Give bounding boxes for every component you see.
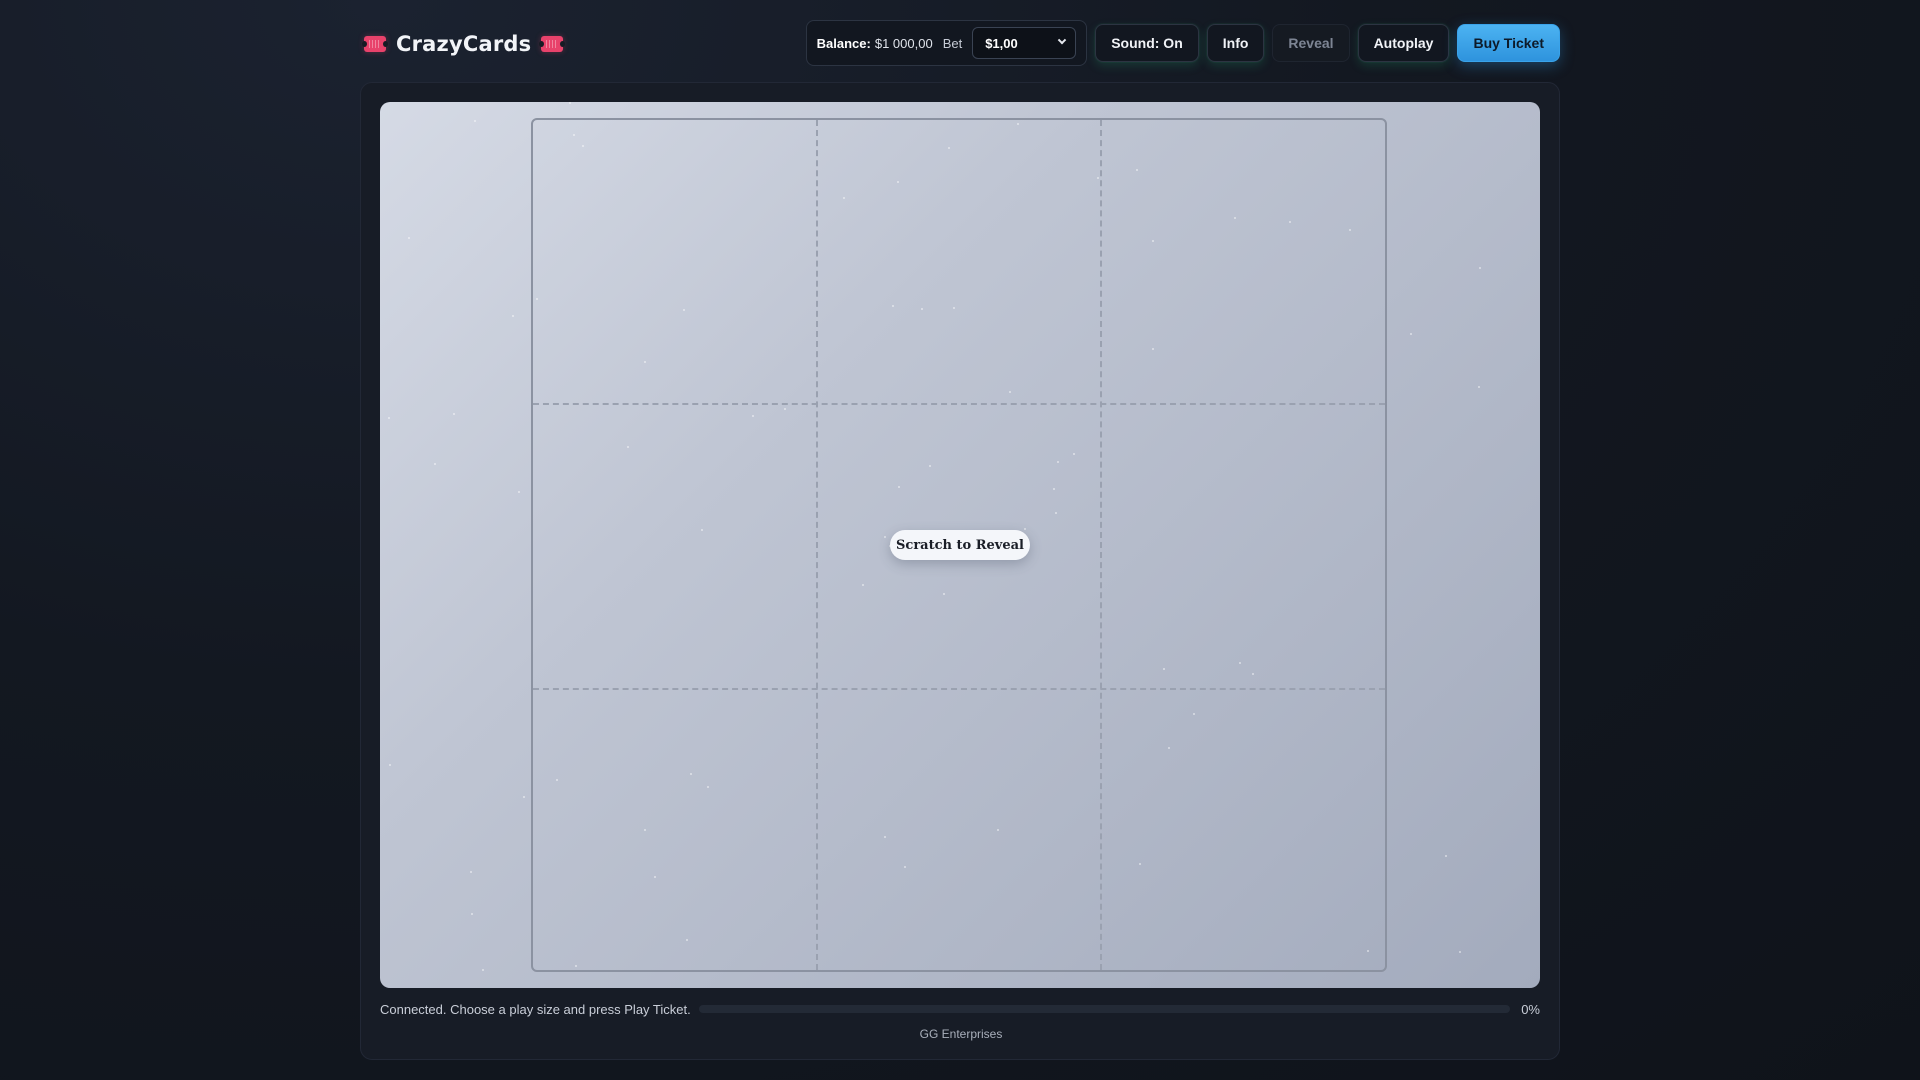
- info-button[interactable]: Info: [1206, 24, 1265, 62]
- surface-speck: [523, 796, 525, 798]
- surface-speck: [388, 417, 390, 419]
- app-title: CrazyCards: [396, 32, 532, 56]
- game-panel: Scratch to Reveal Connected. Choose a pl…: [360, 82, 1560, 1060]
- bet-label: Bet: [942, 35, 963, 51]
- surface-speck: [1445, 855, 1447, 857]
- grid-divider: [816, 120, 818, 970]
- surface-speck: [1410, 333, 1412, 335]
- balance-value: $1 000,00: [874, 35, 933, 51]
- surface-speck: [389, 764, 391, 766]
- balance-box: Balance: $1 000,00 Bet $1,00: [805, 20, 1088, 66]
- ticket-icon: [362, 36, 388, 52]
- surface-speck: [482, 969, 484, 971]
- surface-speck: [434, 463, 436, 465]
- reveal-button[interactable]: Reveal: [1272, 24, 1350, 62]
- surface-speck: [474, 120, 476, 122]
- surface-speck: [569, 102, 571, 104]
- surface-speck: [512, 315, 514, 317]
- brand: CrazyCards: [362, 26, 566, 62]
- grid-divider: [1100, 120, 1102, 970]
- surface-speck: [471, 913, 473, 915]
- surface-speck: [470, 871, 472, 873]
- surface-speck: [453, 413, 455, 415]
- scratch-to-reveal-label: Scratch to Reveal: [890, 530, 1030, 560]
- sound-button[interactable]: Sound: On: [1095, 24, 1199, 62]
- grid-divider: [533, 403, 1385, 405]
- balance-label: Balance:: [816, 35, 871, 51]
- app: CrazyCards Balance: $1 000,00 Bet $1,00 …: [360, 0, 1560, 1080]
- surface-speck: [518, 491, 520, 493]
- surface-speck: [408, 237, 410, 239]
- footer-text: GG Enterprises: [919, 1027, 1003, 1041]
- status-message: Connected. Choose a play size and press …: [380, 1001, 691, 1017]
- scratch-card[interactable]: Scratch to Reveal: [380, 102, 1540, 988]
- surface-speck: [1478, 386, 1480, 388]
- progress-bar: [698, 1005, 1510, 1013]
- bet-select[interactable]: $1,00: [972, 27, 1077, 59]
- bet-select-value: $1,00: [985, 35, 1018, 51]
- surface-speck: [1459, 951, 1461, 953]
- surface-speck: [1479, 267, 1481, 269]
- ticket-icon: [539, 36, 566, 52]
- grid-divider: [533, 688, 1385, 690]
- status-row: Connected. Choose a play size and press …: [380, 999, 1540, 1019]
- buy-ticket-button[interactable]: Buy Ticket: [1457, 24, 1560, 62]
- header: CrazyCards Balance: $1 000,00 Bet $1,00 …: [360, 18, 1560, 70]
- chevron-down-icon: [1057, 35, 1067, 45]
- autoplay-button[interactable]: Autoplay: [1357, 24, 1450, 62]
- controls: Balance: $1 000,00 Bet $1,00 Sound: On I…: [805, 20, 1560, 66]
- progress-percent: 0%: [1521, 1001, 1540, 1017]
